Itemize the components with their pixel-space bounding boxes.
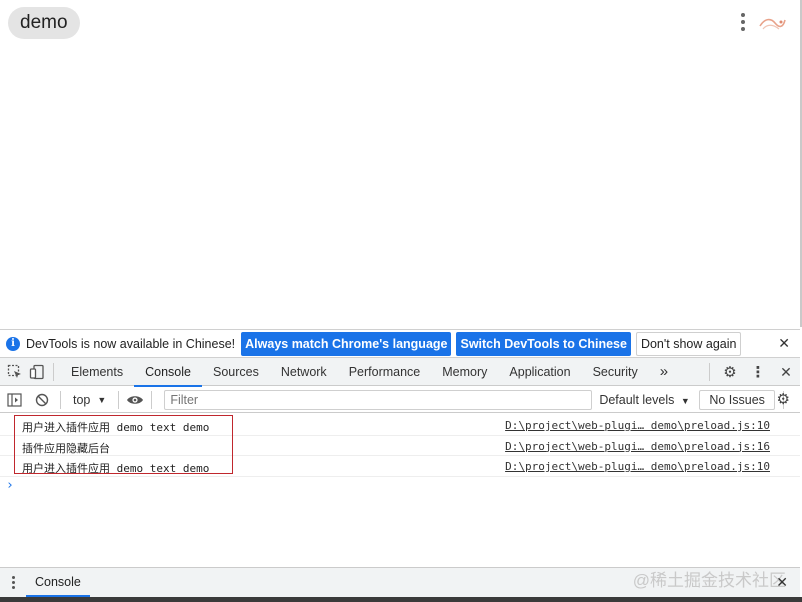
clear-console-icon[interactable]: [32, 390, 52, 410]
more-tabs-button[interactable]: »: [649, 358, 679, 386]
drawer-tab-console[interactable]: Console: [26, 568, 90, 597]
tab-application[interactable]: Application: [498, 358, 581, 386]
app-logo-icon: [759, 18, 786, 30]
kebab-menu-icon[interactable]: ⋮: [744, 363, 772, 381]
divider: [151, 390, 153, 409]
devtools-tabbar: Elements Console Sources Network Perform…: [0, 358, 800, 387]
log-row: 插件应用隐藏后台 D:\project\web-plugi… demo\prel…: [0, 436, 800, 456]
log-source-link[interactable]: D:\project\web-plugi… demo\preload.js:10: [505, 460, 770, 473]
drawer-menu-icon[interactable]: [12, 576, 16, 591]
match-language-button[interactable]: Always match Chrome's language: [241, 331, 452, 356]
filter-input[interactable]: [164, 389, 593, 410]
log-message: 用户进入插件应用 demo text demo: [22, 421, 210, 434]
tabbar-actions: ⚙ ⋮ ✕: [703, 358, 800, 386]
tab-network[interactable]: Network: [270, 358, 338, 386]
log-message: 插件应用隐藏后台: [22, 441, 110, 455]
info-icon: i: [6, 336, 20, 351]
window-bottom-edge: [0, 597, 802, 602]
tab-security[interactable]: Security: [582, 358, 649, 386]
close-icon[interactable]: ✕: [778, 335, 790, 352]
dont-show-again-button[interactable]: Don't show again: [635, 331, 742, 356]
divider: [709, 363, 710, 381]
app-title-pill[interactable]: demo: [8, 7, 80, 39]
log-row: 用户进入插件应用 demo text demo D:\project\web-p…: [0, 456, 800, 477]
log-source-link[interactable]: D:\project\web-plugi… demo\preload.js:16: [505, 440, 770, 453]
tab-performance[interactable]: Performance: [338, 358, 432, 386]
divider: [118, 390, 120, 409]
console-log: 用户进入插件应用 demo text demo D:\project\web-p…: [0, 413, 800, 567]
log-source-link[interactable]: D:\project\web-plugi… demo\preload.js:10: [505, 419, 770, 432]
tab-memory[interactable]: Memory: [431, 358, 498, 386]
divider: [53, 362, 54, 381]
log-levels-label: Default levels: [599, 392, 675, 407]
more-options-icon[interactable]: [738, 13, 748, 35]
context-label: top: [73, 392, 91, 407]
app-window: demo: [0, 0, 802, 327]
issues-button[interactable]: No Issues: [699, 389, 775, 410]
context-selector[interactable]: top ▼: [67, 393, 112, 407]
close-drawer-icon[interactable]: ✕: [776, 574, 788, 591]
devtools-drawer: Console @稀土掘金技术社区 ✕: [0, 567, 800, 597]
language-banner: i DevTools is now available in Chinese! …: [0, 329, 800, 358]
console-toolbar: top ▼ Default levels ▼ No Issues ⚙: [0, 387, 800, 413]
dropdown-arrow-icon: ▼: [97, 394, 107, 405]
settings-gear-icon[interactable]: ⚙: [716, 363, 744, 381]
switch-to-chinese-button[interactable]: Switch DevTools to Chinese: [456, 331, 631, 356]
inspect-element-icon[interactable]: [5, 362, 25, 382]
log-row: 用户进入插件应用 demo text demo D:\project\web-p…: [0, 415, 800, 436]
sidebar-toggle-icon[interactable]: [4, 390, 24, 410]
console-prompt-icon[interactable]: ›: [6, 478, 14, 493]
tab-elements[interactable]: Elements: [60, 358, 134, 386]
tab-console[interactable]: Console: [134, 358, 202, 387]
dropdown-arrow-icon: ▼: [680, 395, 690, 406]
banner-message: DevTools is now available in Chinese!: [26, 336, 236, 351]
tab-sources[interactable]: Sources: [202, 358, 270, 386]
device-toolbar-icon[interactable]: [27, 362, 47, 382]
watermark: @稀土掘金技术社区: [632, 571, 786, 590]
close-devtools-icon[interactable]: ✕: [772, 364, 800, 381]
log-message: 用户进入插件应用 demo text demo: [22, 462, 210, 475]
live-expression-eye-icon[interactable]: [125, 390, 145, 410]
log-levels-dropdown[interactable]: Default levels ▼: [599, 393, 695, 407]
console-settings-gear-icon[interactable]: ⚙: [777, 390, 790, 408]
divider: [60, 390, 61, 409]
